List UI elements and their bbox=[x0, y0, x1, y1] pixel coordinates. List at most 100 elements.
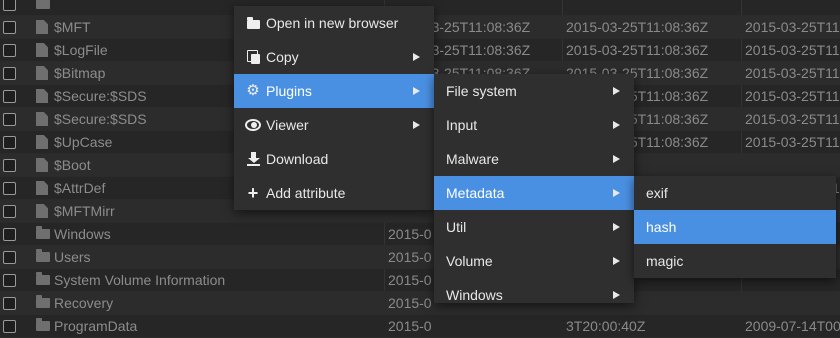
chevron-right-icon bbox=[613, 257, 620, 265]
submenu-item-magic[interactable]: magic bbox=[634, 244, 836, 278]
plus-icon: + bbox=[247, 183, 259, 203]
file-icon bbox=[36, 20, 48, 34]
menu-item-label: exif bbox=[646, 185, 668, 201]
menu-item-plugins[interactable]: ⚙ Plugins bbox=[234, 74, 434, 108]
date-cell: 2015-03-25T11:08:36Z bbox=[566, 19, 709, 35]
chevron-right-icon bbox=[613, 189, 620, 197]
date-cell: 2015-0 bbox=[388, 249, 432, 265]
file-icon bbox=[36, 181, 48, 195]
menu-item-viewer[interactable]: Viewer bbox=[234, 108, 434, 142]
chevron-right-icon bbox=[613, 223, 620, 231]
file-name: $Secure:$SDS bbox=[54, 111, 147, 127]
submenu-item-exif[interactable]: exif bbox=[634, 176, 836, 210]
file-name: Users bbox=[54, 249, 91, 265]
submenu-item-util[interactable]: Util bbox=[434, 210, 634, 244]
menu-item-download[interactable]: Download bbox=[234, 142, 434, 176]
folder-icon bbox=[36, 318, 50, 331]
row-checkbox[interactable] bbox=[3, 21, 16, 34]
row-checkbox[interactable] bbox=[3, 113, 16, 126]
menu-item-label: Download bbox=[266, 151, 329, 167]
menu-item-label: Add attribute bbox=[266, 185, 346, 201]
menu-item-label: Copy bbox=[266, 49, 299, 65]
submenu-item-malware[interactable]: Malware bbox=[434, 142, 634, 176]
date-cell: 2009-07-14T00 bbox=[745, 318, 840, 334]
date-cell: 2015-03-25T11:0 bbox=[745, 19, 840, 35]
chevron-right-icon bbox=[613, 291, 620, 299]
row-checkbox[interactable] bbox=[3, 228, 16, 241]
context-menu: Open in new browser Copy ⚙ Plugins Viewe… bbox=[234, 6, 434, 210]
chevron-right-icon bbox=[413, 121, 420, 129]
file-name: $AttrDef bbox=[54, 180, 106, 196]
folder-icon bbox=[245, 6, 261, 40]
folder-icon bbox=[36, 295, 50, 308]
table-row[interactable]: Recovery 2015-0 bbox=[0, 292, 840, 315]
menu-item-copy[interactable]: Copy bbox=[234, 40, 434, 74]
file-icon bbox=[36, 89, 48, 103]
row-checkbox[interactable] bbox=[3, 274, 16, 287]
date-cell: 2015-03-25T11:0 bbox=[745, 42, 840, 58]
file-icon bbox=[36, 135, 48, 149]
chevron-right-icon bbox=[413, 87, 420, 95]
file-name: $UpCase bbox=[54, 134, 113, 150]
menu-item-label: File system bbox=[446, 83, 517, 99]
date-cell: 3T20:00:40Z bbox=[566, 318, 646, 334]
menu-item-label: Windows bbox=[446, 287, 503, 303]
file-name: $Bitmap bbox=[54, 65, 106, 81]
menu-item-label: Plugins bbox=[266, 83, 312, 99]
download-icon bbox=[245, 142, 261, 176]
chevron-right-icon bbox=[613, 87, 620, 95]
file-name: System Volume Information bbox=[54, 272, 226, 288]
submenu-item-metadata[interactable]: Metadata bbox=[434, 176, 634, 210]
folder-icon bbox=[36, 226, 50, 239]
menu-item-add-attribute[interactable]: + Add attribute bbox=[234, 176, 434, 210]
file-name: ProgramData bbox=[54, 318, 138, 334]
menu-item-label: Open in new browser bbox=[266, 15, 399, 31]
file-name: $LogFile bbox=[54, 42, 108, 58]
file-icon bbox=[36, 204, 48, 218]
menu-item-label: Viewer bbox=[266, 117, 309, 133]
submenu-item-windows[interactable]: Windows bbox=[434, 278, 634, 303]
file-name: $MFT bbox=[54, 19, 91, 35]
row-checkbox[interactable] bbox=[3, 67, 16, 80]
date-cell: 2015-03-25T11:08:36Z bbox=[566, 42, 709, 58]
menu-item-label: Metadata bbox=[446, 185, 505, 201]
gear-icon: ⚙ bbox=[246, 82, 260, 99]
file-name: $Boot bbox=[54, 157, 91, 173]
date-cell: 2015-0 bbox=[388, 272, 432, 288]
row-checkbox[interactable] bbox=[3, 251, 16, 264]
file-name: $Secure:$SDS bbox=[54, 88, 147, 104]
submenu-item-input[interactable]: Input bbox=[434, 108, 634, 142]
plugins-submenu: File system Input Malware Metadata Util … bbox=[434, 74, 634, 303]
row-checkbox[interactable] bbox=[3, 0, 16, 11]
submenu-item-file-system[interactable]: File system bbox=[434, 74, 634, 108]
eye-icon bbox=[245, 108, 261, 142]
menu-item-label: Malware bbox=[446, 151, 499, 167]
file-icon bbox=[36, 66, 48, 80]
row-checkbox[interactable] bbox=[3, 90, 16, 103]
row-checkbox[interactable] bbox=[3, 136, 16, 149]
date-cell: 2015-0 bbox=[388, 318, 432, 334]
menu-item-open-in-new-browser[interactable]: Open in new browser bbox=[234, 6, 434, 40]
row-checkbox[interactable] bbox=[3, 182, 16, 195]
date-cell: 2015-03-25T11:0 bbox=[745, 111, 840, 127]
metadata-submenu: exif hash magic bbox=[634, 176, 836, 278]
row-checkbox[interactable] bbox=[3, 205, 16, 218]
chevron-right-icon bbox=[613, 155, 620, 163]
file-name: Recovery bbox=[54, 295, 114, 311]
menu-item-label: Util bbox=[446, 219, 467, 235]
date-cell: 2015-0 bbox=[388, 295, 432, 311]
folder-icon bbox=[36, 272, 50, 285]
file-name: $MFTMirr bbox=[54, 203, 115, 219]
date-cell: 2015-03-25T11:0 bbox=[745, 65, 840, 81]
table-row[interactable]: ProgramData 2015-0 3T20:00:40Z 2009-07-14T0… bbox=[0, 315, 840, 338]
row-checkbox[interactable] bbox=[3, 159, 16, 172]
row-checkbox[interactable] bbox=[3, 297, 16, 310]
submenu-item-hash[interactable]: hash bbox=[634, 210, 836, 244]
row-checkbox[interactable] bbox=[3, 44, 16, 57]
file-icon bbox=[36, 158, 48, 172]
menu-item-label: magic bbox=[646, 253, 684, 269]
folder-icon bbox=[36, 249, 50, 262]
chevron-right-icon bbox=[613, 121, 620, 129]
submenu-item-volume[interactable]: Volume bbox=[434, 244, 634, 278]
row-checkbox[interactable] bbox=[3, 320, 16, 333]
